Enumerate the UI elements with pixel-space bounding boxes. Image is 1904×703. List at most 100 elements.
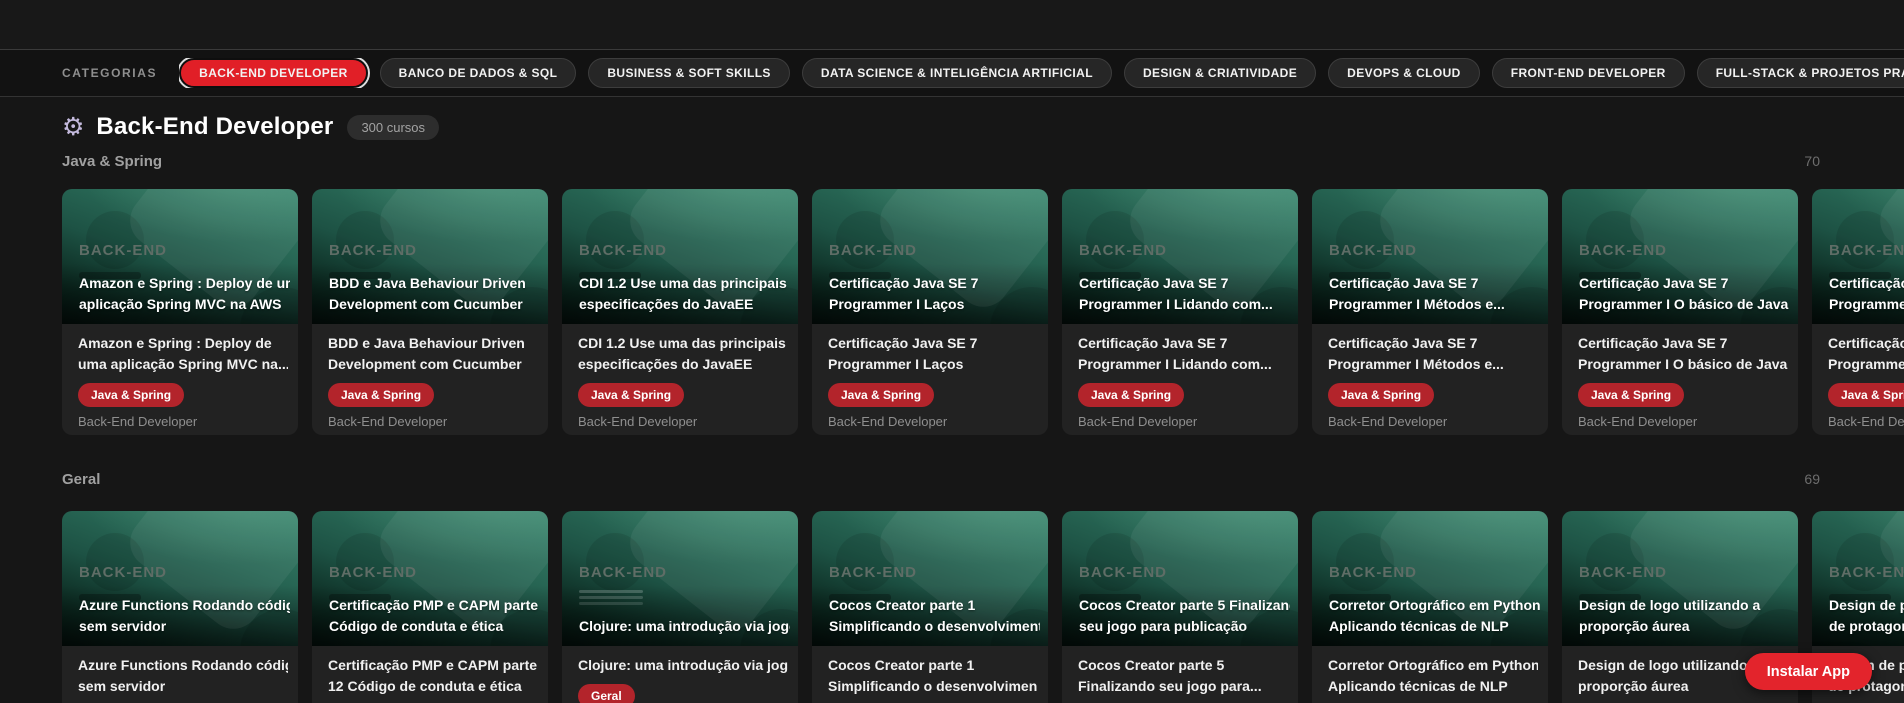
section-header: Java & Spring 70 xyxy=(62,152,1820,170)
banner-course-title: CDI 1.2 Use uma das principais especific… xyxy=(579,275,787,312)
course-section: Geral 69 BACK-END Azure Functions Rodand… xyxy=(62,470,1904,703)
banner-category-label: BACK-END xyxy=(329,242,417,259)
course-category: Back-End Developer xyxy=(78,414,198,429)
banner-category-label: BACK-END xyxy=(1829,242,1904,259)
course-card-banner: BACK-END Certificação Java SE 7 Programm… xyxy=(1062,189,1298,324)
course-card[interactable]: BACK-END BDD e Java Behaviour Driven Dev… xyxy=(312,189,548,435)
category-pill[interactable]: DESIGN & CRIATIVIDADE xyxy=(1123,58,1317,88)
banner-category-label: BACK-END xyxy=(579,564,667,581)
course-tag: Java & Spring xyxy=(578,383,685,407)
category-pill-label: BANCO DE DADOS & SQL xyxy=(398,66,558,80)
course-card-info: Certificação PMP e CAPM parte 12 Código … xyxy=(312,646,548,703)
course-title: Certificação Java SE 7 Programmer I O bá… xyxy=(1578,335,1788,372)
tag-row: Java & Spring xyxy=(1578,383,1788,407)
banner-category-label: BACK-END xyxy=(79,242,167,259)
course-card-info: Certificação Java SE 7 Programmer I Laço… xyxy=(812,324,1048,435)
course-category: Back-End Developer xyxy=(828,414,948,429)
banner-category-label: BACK-END xyxy=(1829,564,1904,581)
category-pill[interactable]: DATA SCIENCE & INTELIGÊNCIA ARTIFICIAL xyxy=(801,58,1112,88)
course-card[interactable]: BACK-END CDI 1.2 Use uma das principais … xyxy=(562,189,798,435)
course-card-banner: BACK-END BDD e Java Behaviour Driven Dev… xyxy=(312,189,548,324)
course-card-banner: BACK-END CDI 1.2 Use uma das principais … xyxy=(562,189,798,324)
category-pill-list: BACK-END DEVELOPER BANCO DE DADOS & SQL … xyxy=(179,58,1904,88)
course-card[interactable]: BACK-END Cocos Creator parte 5 Finalizan… xyxy=(1062,511,1298,703)
banner-course-title: Clojure: uma introdução via jogo xyxy=(579,618,790,634)
banner-category-label: BACK-END xyxy=(829,564,917,581)
course-card-banner: BACK-END Clojure: uma introdução via jog… xyxy=(562,511,798,646)
course-category: Back-End Developer xyxy=(1828,414,1904,429)
course-category: Back-End Developer xyxy=(1578,414,1698,429)
course-card-banner: BACK-END Certificação Java SE 7 Programm… xyxy=(1812,189,1904,324)
course-card-banner: BACK-END Design de personagens de protag… xyxy=(1812,511,1904,646)
category-pill[interactable]: BUSINESS & SOFT SKILLS xyxy=(588,58,790,88)
course-card-info: Certificação Java SE 7 Programmer I Méto… xyxy=(1312,324,1548,435)
course-card-info: Certificação Java SE 7 Programmer... Jav… xyxy=(1812,324,1904,435)
banner-category-label: BACK-END xyxy=(1329,564,1417,581)
course-title: Certificação Java SE 7 Programmer... xyxy=(1828,335,1904,372)
course-card-banner: BACK-END Cocos Creator parte 1 Simplific… xyxy=(812,511,1048,646)
course-card[interactable]: BACK-END Cocos Creator parte 1 Simplific… xyxy=(812,511,1048,703)
course-title: Clojure: uma introdução via jogo xyxy=(578,657,788,673)
categories-bar: CATEGORIAS BACK-END DEVELOPER BANCO DE D… xyxy=(0,50,1904,97)
section-count: 70 xyxy=(1804,153,1820,169)
course-category: Back-End Developer xyxy=(328,414,448,429)
category-pill-label: FULL-STACK & PROJETOS PRÁTICOS xyxy=(1715,66,1904,80)
category-pill-label: BUSINESS & SOFT SKILLS xyxy=(607,66,771,80)
course-card[interactable]: BACK-END Clojure: uma introdução via jog… xyxy=(562,511,798,703)
sections-container: Java & Spring 70 BACK-END Amazon e Sprin… xyxy=(62,152,1904,703)
course-card-banner: BACK-END Azure Functions Rodando código … xyxy=(62,511,298,646)
banner-art-bar xyxy=(579,590,643,593)
course-card[interactable]: BACK-END Corretor Ortográfico em Python … xyxy=(1312,511,1548,703)
section-header: Geral 69 xyxy=(62,470,1820,488)
course-card[interactable]: BACK-END Certificação Java SE 7 Programm… xyxy=(1812,189,1904,435)
install-app-button[interactable]: Instalar App xyxy=(1744,653,1872,690)
course-card[interactable]: BACK-END Certificação Java SE 7 Programm… xyxy=(1562,189,1798,435)
category-pill-label: BACK-END DEVELOPER xyxy=(199,66,348,80)
banner-course-title: Design de logo utilizando a proporção áu… xyxy=(1579,597,1761,634)
category-pill[interactable]: DEVOPS & CLOUD xyxy=(1328,58,1480,88)
course-card-info: Certificação Java SE 7 Programmer I Lida… xyxy=(1062,324,1298,435)
course-card[interactable]: BACK-END Certificação Java SE 7 Programm… xyxy=(812,189,1048,435)
course-card-info: Amazon e Spring : Deploy de uma aplicaçã… xyxy=(62,324,298,435)
course-tag: Java & Spring xyxy=(828,383,935,407)
course-title: Certificação Java SE 7 Programmer I Méto… xyxy=(1328,335,1504,372)
course-card[interactable]: BACK-END Certificação Java SE 7 Programm… xyxy=(1312,189,1548,435)
course-tag: Java & Spring xyxy=(1078,383,1185,407)
category-pill[interactable]: FULL-STACK & PROJETOS PRÁTICOS xyxy=(1696,58,1904,88)
course-card[interactable]: BACK-END Azure Functions Rodando código … xyxy=(62,511,298,703)
banner-course-title: Certificação Java SE 7 Programmer I Méto… xyxy=(1329,275,1505,312)
category-pill[interactable]: FRONT-END DEVELOPER xyxy=(1491,58,1685,88)
gear-icon: ⚙ xyxy=(62,112,85,141)
course-card-info: Azure Functions Rodando código sem servi… xyxy=(62,646,298,703)
category-pill[interactable]: BANCO DE DADOS & SQL xyxy=(379,58,577,88)
banner-course-title: BDD e Java Behaviour Driven Development … xyxy=(329,275,526,312)
page-header: ⚙ Back-End Developer 300 cursos xyxy=(62,109,1904,145)
app-top-bar xyxy=(0,0,1904,50)
course-title: Certificação Java SE 7 Programmer I Lida… xyxy=(1078,335,1272,372)
page-title: Back-End Developer xyxy=(96,113,334,140)
course-card-info: Certificação Java SE 7 Programmer I O bá… xyxy=(1562,324,1798,435)
card-row: BACK-END Azure Functions Rodando código … xyxy=(62,511,1904,703)
course-card-banner: BACK-END Corretor Ortográfico em Python … xyxy=(1312,511,1548,646)
course-title: BDD e Java Behaviour Driven Development … xyxy=(328,335,525,372)
tag-row: Java & Spring xyxy=(1828,383,1904,407)
course-card[interactable]: BACK-END Certificação PMP e CAPM parte 1… xyxy=(312,511,548,703)
course-title: CDI 1.2 Use uma das principais especific… xyxy=(578,335,786,372)
banner-course-title: Certificação Java SE 7 Programmer I Laço… xyxy=(829,275,979,312)
course-title: Cocos Creator parte 1 Simplificando o de… xyxy=(828,657,1038,694)
tag-row: Java & Spring xyxy=(328,383,538,407)
category-pill[interactable]: BACK-END DEVELOPER xyxy=(179,58,368,88)
banner-course-title: Azure Functions Rodando código sem servi… xyxy=(79,597,290,634)
banner-course-title: Cocos Creator parte 5 Finalizando seu jo… xyxy=(1079,597,1290,634)
tag-row: Java & Spring xyxy=(578,383,788,407)
category-pill-label: DESIGN & CRIATIVIDADE xyxy=(1142,66,1298,80)
course-card-info: BDD e Java Behaviour Driven Development … xyxy=(312,324,548,435)
course-card-banner: BACK-END Certificação Java SE 7 Programm… xyxy=(812,189,1048,324)
tag-row: Java & Spring xyxy=(78,383,288,407)
course-card[interactable]: BACK-END Certificação Java SE 7 Programm… xyxy=(1062,189,1298,435)
course-card[interactable]: BACK-END Amazon e Spring : Deploy de uma… xyxy=(62,189,298,435)
category-pill-label: FRONT-END DEVELOPER xyxy=(1510,66,1666,80)
course-title: Corretor Ortográfico em Python Aplicando… xyxy=(1328,657,1538,694)
course-category: Back-End Developer xyxy=(1328,414,1448,429)
course-category: Back-End Developer xyxy=(1078,414,1198,429)
